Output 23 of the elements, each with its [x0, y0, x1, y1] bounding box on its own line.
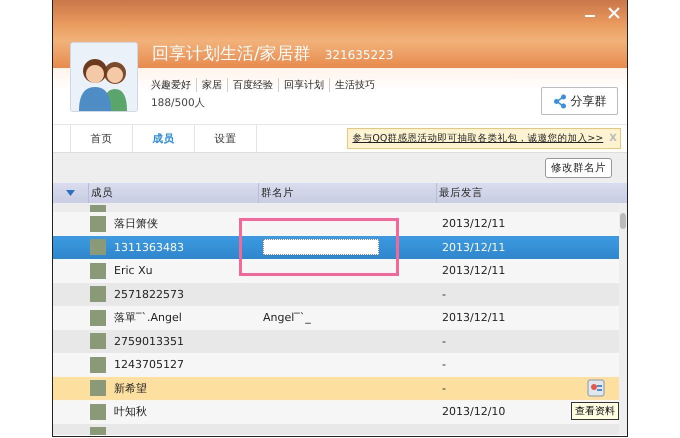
last-post-date: 2013/12/11: [442, 217, 506, 230]
last-post-date: -: [442, 382, 446, 395]
member-name: 2571822573: [114, 288, 184, 301]
group-title: 回享计划生活/家居群: [152, 43, 311, 65]
tooltip: 查看资料: [571, 402, 619, 420]
member-name: 落日箫侠: [114, 216, 158, 232]
member-name: 1311363483: [114, 240, 184, 254]
member-name: 1243705127: [114, 358, 184, 372]
last-post-date: -: [442, 334, 446, 348]
member-name: 叶知秋: [114, 404, 147, 420]
last-post-date: -: [442, 358, 446, 372]
last-post-date: 2013/12/11: [442, 264, 506, 278]
last-post-date: 2013/12/11: [442, 311, 506, 324]
group-number: 321635223: [324, 48, 394, 62]
member-name: 新希望: [114, 380, 147, 396]
card-name: Angel‾ˋ_: [263, 311, 311, 324]
member-count: 188/500人: [151, 96, 206, 110]
member-name: 2759013351: [114, 334, 184, 348]
last-post-date: -: [442, 288, 446, 301]
member-name: 落單‾ˋ.Angel: [114, 310, 182, 326]
last-post-date: 2013/12/11: [442, 240, 506, 254]
member-name: Eric Xu: [114, 264, 153, 278]
last-post-date: 2013/12/10: [442, 405, 506, 418]
